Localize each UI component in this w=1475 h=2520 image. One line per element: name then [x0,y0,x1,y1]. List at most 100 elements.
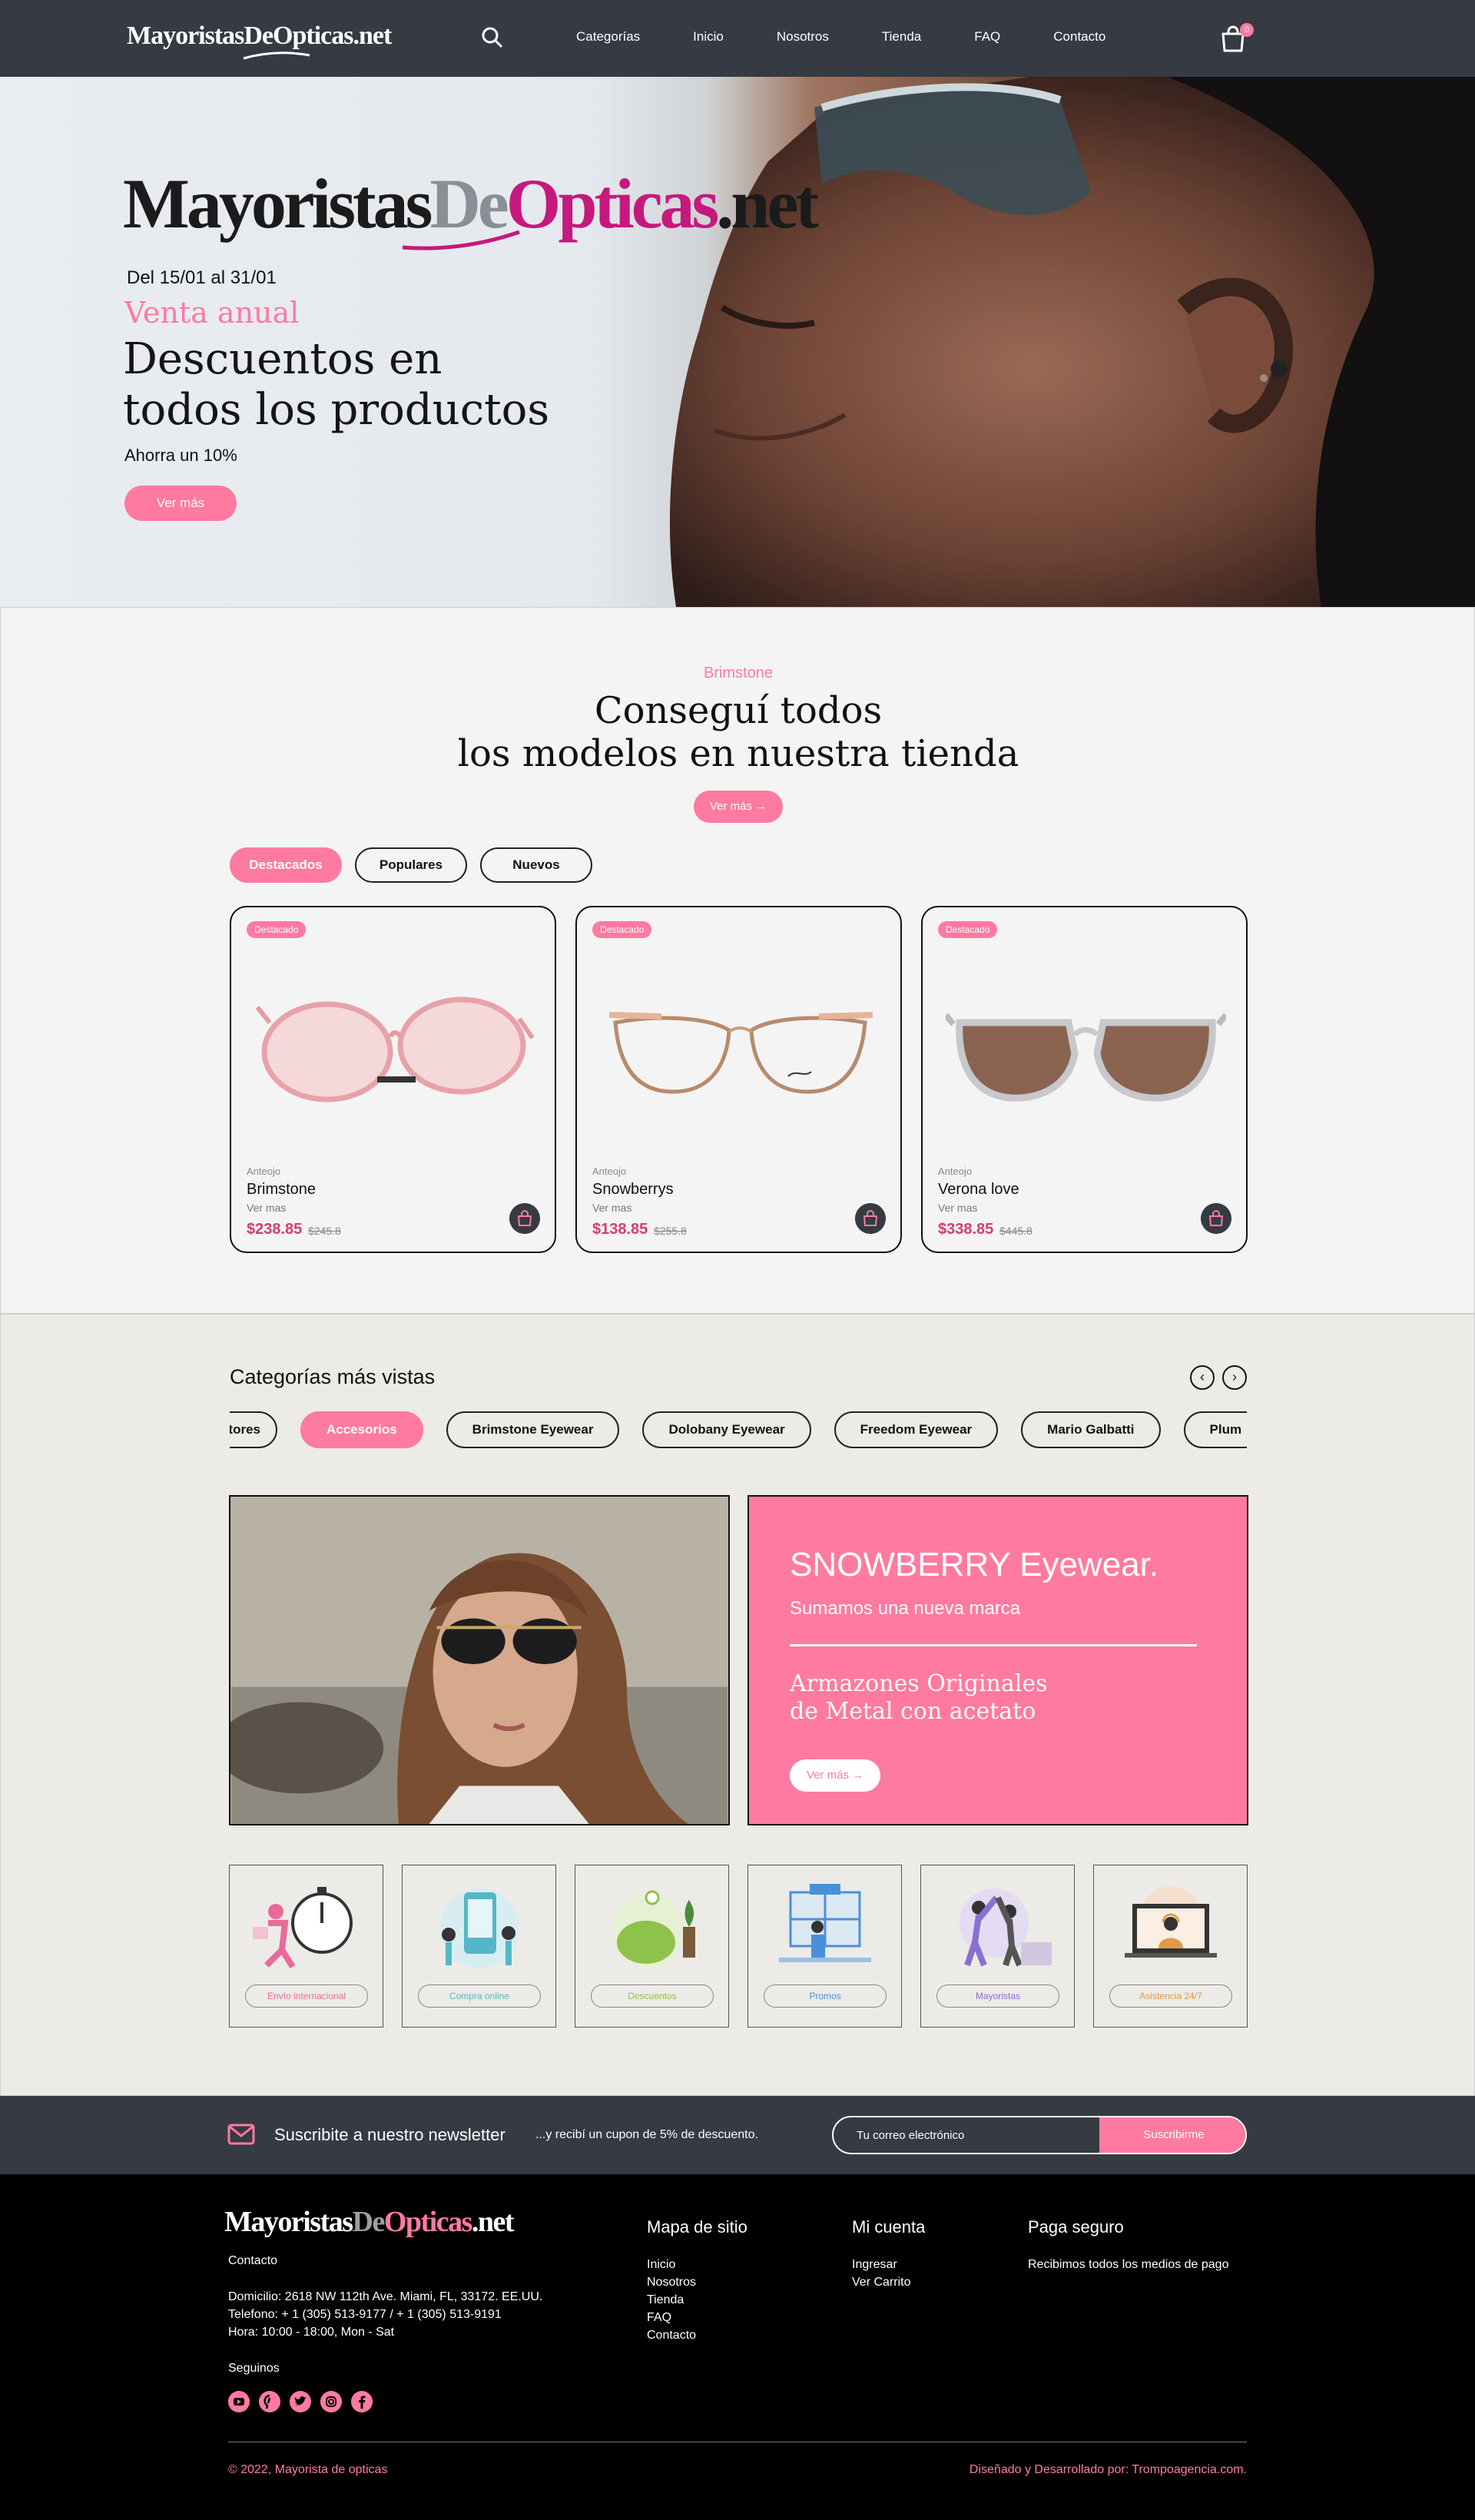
category-pill[interactable]: Dolobany Eyewear [642,1411,811,1448]
footer-link-nosotros[interactable]: Nosotros [647,2273,696,2291]
shop-title: Conseguí todos los modelos en nuestra ti… [1,689,1475,775]
featured-badge: Destacado [247,921,307,938]
promo-window-illustration-icon [779,1884,871,1962]
featured-badge: Destacado [938,921,998,938]
promo-description-line2: de Metal con acetato [790,1698,1036,1725]
category-pill[interactable]: Freedom Eyewear [834,1411,999,1448]
footer-sitemap-heading: Mapa de sitio [647,2217,747,2236]
service-card-shipping[interactable]: Envío internacional [229,1865,383,2028]
service-card-wholesale[interactable]: Mayoristas [920,1865,1075,2028]
shop-section: Brimstone Conseguí todos los modelos en … [0,607,1475,1314]
nav-logo[interactable]: MayoristasDeOpticas.net [127,22,392,60]
nav-link-contacto[interactable]: Contacto [1053,29,1105,45]
nav-link-nosotros[interactable]: Nosotros [777,29,829,45]
instagram-icon[interactable] [320,2391,342,2412]
product-price: $338.85 [938,1221,994,1238]
add-to-cart-icon[interactable] [855,1203,886,1234]
add-to-cart-icon[interactable] [509,1203,540,1234]
shop-ver-mas-button[interactable]: Ver más → [694,791,783,823]
search-icon[interactable] [481,26,504,49]
service-label: Asistencia 24/7 [1109,1984,1232,2008]
product-category: Anteojo [938,1166,973,1177]
product-cards: Destacado Anteojo Brimstone Ver mas $238… [230,906,1248,1253]
add-to-cart-icon[interactable] [1201,1203,1231,1234]
category-pill-label: Lentes de sol y Lectores [230,1422,260,1437]
service-card-promos[interactable]: Promos [747,1865,902,2028]
product-name[interactable]: Verona love [938,1181,1019,1199]
shop-kicker: Brimstone [703,665,774,681]
phone-shopping-illustration-icon [439,1888,519,1968]
categories-title: Categorías más vistas [230,1365,436,1388]
category-pill[interactable]: Lentes de sol y Lectores [230,1411,277,1448]
footer-link-faq[interactable]: FAQ [647,2309,696,2326]
logo-part-mayoristas: Mayoristas [123,164,433,243]
product-name[interactable]: Brimstone [247,1181,316,1199]
footer-credit-link[interactable]: Diseñado y Desarrollado por: Trompoagenc… [970,2463,1247,2477]
promo-description-line1: Armazones Originales [790,1670,1048,1697]
product-ver-mas-link[interactable]: Ver mas [592,1202,631,1214]
chevron-right-icon[interactable]: › [1222,1365,1247,1390]
footer-address: Domicilio: 2618 NW 112th Ave. Miami, FL,… [228,2290,543,2303]
logo-swoosh-icon [243,51,310,60]
service-card-online[interactable]: Compra online [402,1865,556,2028]
product-ver-mas-link[interactable]: Ver mas [938,1202,977,1214]
nav-logo-text: MayoristasDeOpticas.net [127,22,392,50]
youtube-icon[interactable] [228,2391,250,2412]
footer-link-inicio[interactable]: Inicio [647,2256,696,2273]
category-pill[interactable]: Accesorios [300,1411,423,1448]
footer-logo[interactable]: MayoristasDeOpticas.net [224,2205,515,2239]
nav-link-inicio[interactable]: Inicio [693,29,724,45]
twitter-icon[interactable] [290,2391,311,2412]
service-card-discounts[interactable]: Descuentos [575,1865,729,2028]
service-card-support[interactable]: Asistencia 24/7 [1093,1865,1248,2028]
subscribe-button[interactable]: Suscribirme [1099,2117,1245,2153]
product-old-price: $255.8 [654,1225,687,1237]
footer-link-tienda[interactable]: Tienda [647,2291,696,2309]
nav-link-tienda[interactable]: Tienda [882,29,921,45]
product-price: $238.85 [247,1221,303,1238]
product-card[interactable]: Destacado Anteojo Brimstone Ver mas $238… [230,906,556,1253]
nav-links: Categorías Inicio Nosotros Tienda FAQ Co… [576,29,1158,45]
category-pills-track: Lentes de sol y Lectores Accesorios Brim… [230,1411,1247,1448]
footer-logo-part1: Mayoristas [224,2206,353,2238]
newsletter-bar: Suscribite a nuestro newsletter ...y rec… [0,2096,1475,2174]
tab-destacados[interactable]: Destacados [230,847,342,883]
high-five-illustration-icon [960,1888,1052,1967]
nav-link-faq[interactable]: FAQ [974,29,1000,45]
logo-part-opticas: Opticas [505,164,720,243]
footer-copyright: © 2022, Mayorista de opticas [228,2463,388,2476]
product-name[interactable]: Snowberrys [592,1181,674,1199]
snowberry-promo-banner: SNOWBERRY Eyewear. Sumamos una nueva mar… [747,1495,1248,1825]
woman-sunglasses-promo-photo [229,1495,730,1825]
product-card[interactable]: Destacado Anteojo Snowberrys Ver mas $13… [575,906,902,1253]
footer-link-contacto[interactable]: Contacto [647,2326,696,2344]
top-navbar: MayoristasDeOpticas.net Categorías Inici… [0,0,1475,77]
newsletter-email-input[interactable] [834,2117,1099,2153]
service-label: Compra online [418,1984,541,2008]
facebook-icon[interactable] [351,2391,373,2412]
nav-link-categorias[interactable]: Categorías [576,29,640,45]
footer: MayoristasDeOpticas.net Contacto Domicil… [0,2174,1475,2520]
promo-ver-mas-button[interactable]: Ver más → [790,1759,880,1792]
footer-hours: Hora: 10:00 - 18:00, Mon - Sat [228,2326,395,2339]
footer-sitemap-links: Inicio Nosotros Tienda FAQ Contacto [647,2256,696,2344]
brown-sunglasses-image [946,1013,1226,1102]
category-pill[interactable]: Mario Galbatti [1021,1411,1161,1448]
footer-link-ingresar[interactable]: Ingresar [852,2256,910,2273]
product-ver-mas-link[interactable]: Ver mas [247,1202,286,1214]
service-label: Promos [764,1984,887,2008]
hero-subtitle: Ahorra un 10% [124,446,237,465]
tab-nuevos[interactable]: Nuevos [480,847,592,883]
product-card[interactable]: Destacado Anteojo Verona love Ver mas $3… [921,906,1248,1253]
tab-populares[interactable]: Populares [355,847,467,883]
pinterest-icon[interactable] [259,2391,280,2412]
hero-title-line2: todos los productos [123,385,550,435]
hero-banner: MayoristasDeOpticas.net Del 15/01 al 31/… [0,77,1475,607]
category-pill[interactable]: Plum [1183,1411,1247,1448]
footer-link-ver-carrito[interactable]: Ver Carrito [852,2273,910,2291]
hero-ver-mas-button[interactable]: Ver más [124,486,237,521]
shop-title-line2: los modelos en nuestra tienda [457,732,1019,775]
newsletter-title: Suscribite a nuestro newsletter [274,2125,505,2144]
chevron-left-icon[interactable]: ‹ [1190,1365,1215,1390]
category-pill[interactable]: Brimstone Eyewear [446,1411,620,1448]
